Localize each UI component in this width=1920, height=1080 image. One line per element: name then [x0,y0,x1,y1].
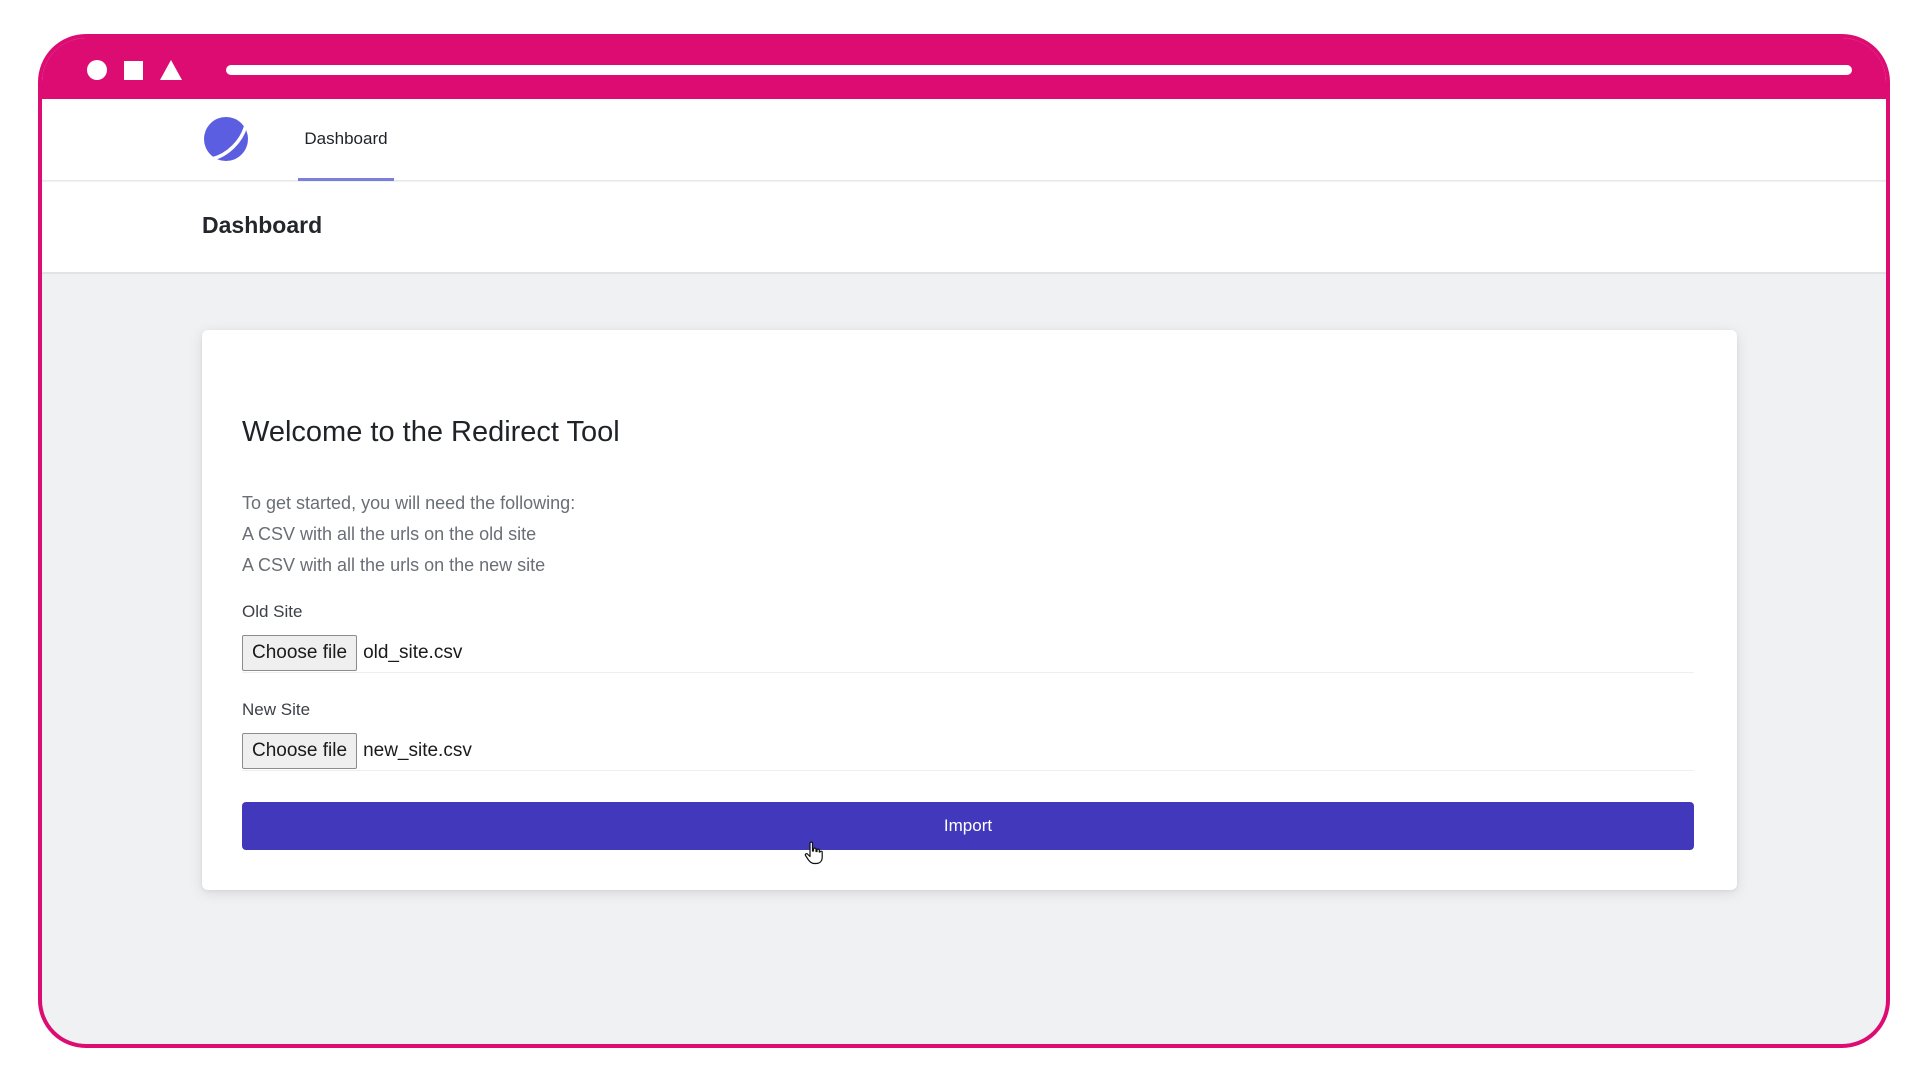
old-site-file-name: old_site.csv [363,641,463,663]
window-titlebar [42,38,1886,99]
address-bar [226,65,1852,75]
old-site-file-input[interactable]: Choose file old_site.csv [242,633,1694,673]
browser-frame: Dashboard Dashboard Welcome to the Redir… [38,34,1890,1048]
import-button[interactable]: Import [242,802,1694,850]
square-shape-icon [124,61,143,80]
top-navigation: Dashboard [42,99,1886,181]
new-site-file-input[interactable]: Choose file new_site.csv [242,731,1694,771]
hand-pointer-cursor-icon [804,841,823,865]
intro-line: A CSV with all the urls on the new site [242,555,546,575]
intro-line: To get started, you will need the follow… [242,493,576,513]
redirect-tool-card: Welcome to the Redirect Tool To get star… [202,330,1737,890]
old-site-choose-file-button[interactable]: Choose file [242,634,358,671]
tab-dashboard[interactable]: Dashboard [298,99,394,181]
planet-logo-icon[interactable] [202,115,250,163]
new-site-choose-file-button[interactable]: Choose file [242,732,358,769]
welcome-heading: Welcome to the Redirect Tool [242,416,620,448]
page-header: Dashboard [42,182,1886,274]
circle-shape-icon [87,60,107,80]
triangle-shape-icon [160,60,182,80]
intro-line: A CSV with all the urls on the old site [242,524,537,544]
new-site-file-name: new_site.csv [363,739,472,761]
page-title: Dashboard [202,212,323,238]
intro-text: To get started, you will need the follow… [242,488,575,581]
new-site-label: New Site [242,700,311,719]
old-site-label: Old Site [242,602,303,621]
